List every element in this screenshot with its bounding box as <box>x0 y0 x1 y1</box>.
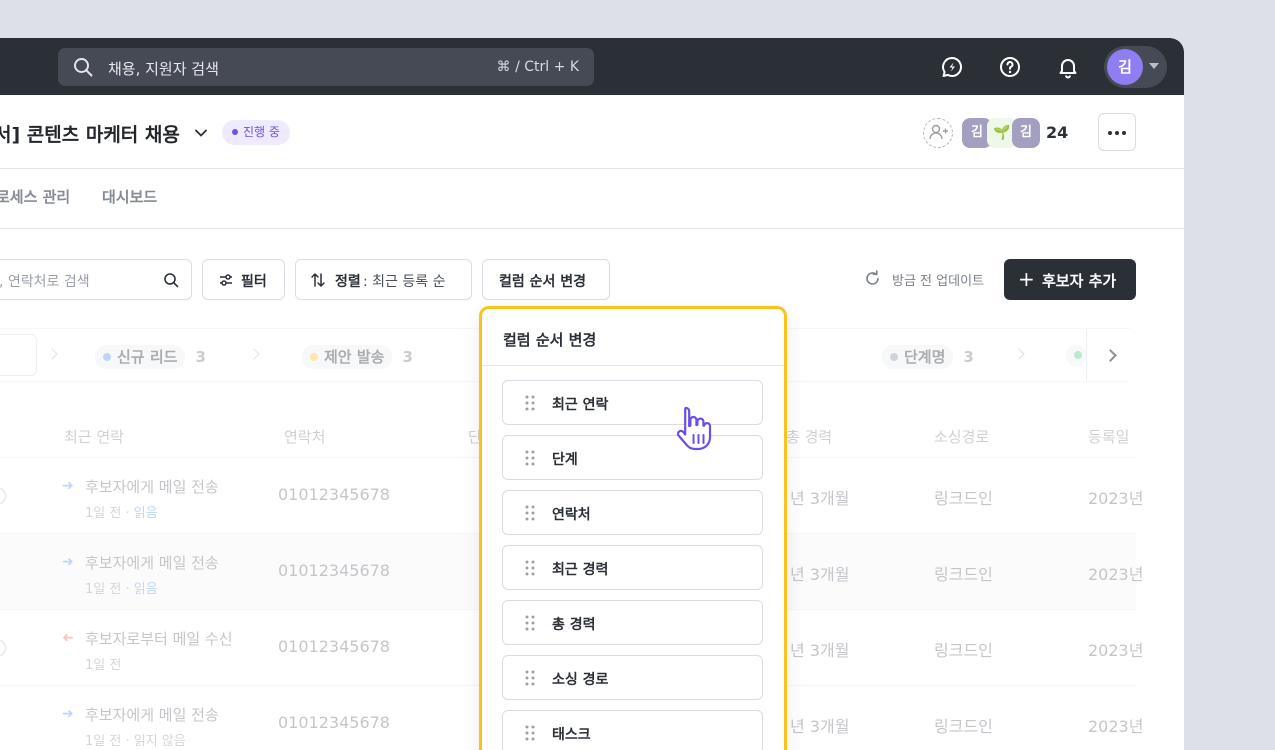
divider <box>482 365 784 366</box>
stage-scroll-right-button[interactable] <box>1086 329 1136 381</box>
column-item-source[interactable]: 소싱 경로 <box>502 655 763 700</box>
filter-button[interactable]: 필터 <box>202 259 285 300</box>
user-menu[interactable]: 김 <box>1104 46 1167 88</box>
more-icon <box>1108 131 1112 135</box>
caret-down-icon <box>1149 63 1159 69</box>
drag-handle-icon[interactable] <box>525 560 535 576</box>
dropdown-title: 컬럼 순서 변경 <box>503 331 597 349</box>
column-item-stage[interactable]: 단계 <box>502 435 763 480</box>
search-icon <box>164 273 179 288</box>
bell-icon[interactable] <box>1056 55 1080 79</box>
global-search-input[interactable]: 채용, 지원자 검색 ⌘ / Ctrl + K <box>58 48 594 86</box>
column-header-recent-contact[interactable]: 최근 연락 <box>64 426 124 447</box>
search-icon <box>74 58 93 77</box>
row-select-radio[interactable] <box>0 487 6 505</box>
sent-arrow-icon: ➜ <box>62 706 74 722</box>
add-user-icon <box>929 124 948 140</box>
drag-handle-icon[interactable] <box>525 670 535 686</box>
member-count: 24 <box>1046 123 1069 142</box>
divider <box>0 228 1184 229</box>
search-placeholder: 채용, 지원자 검색 <box>108 60 219 78</box>
tab-dashboard[interactable]: 대시보드 <box>102 186 157 207</box>
status-badge: 진행 중 <box>222 120 290 145</box>
last-update-text: 방금 전 업데이트 <box>892 274 984 289</box>
drag-handle-icon[interactable] <box>525 615 535 631</box>
sent-arrow-icon: ➜ <box>62 554 74 570</box>
help-icon[interactable] <box>998 55 1022 79</box>
candidate-search-input[interactable]: , 연락처로 검색 <box>0 259 192 300</box>
top-navigation-bar: 채용, 지원자 검색 ⌘ / Ctrl + K 김 <box>0 38 1184 95</box>
column-item-total-career[interactable]: 총 경력 <box>502 600 763 645</box>
drag-handle-icon[interactable] <box>525 505 535 521</box>
stage-new-lead[interactable]: 신규 리드 3 <box>95 345 206 369</box>
sort-icon <box>311 273 325 287</box>
chevron-right-icon <box>1104 349 1117 362</box>
row-select-radio[interactable] <box>0 639 6 657</box>
search-shortcut: ⌘ / Ctrl + K <box>496 59 579 75</box>
sort-button[interactable]: 정렬 : 최근 등록 순 <box>295 259 472 300</box>
plus-icon: + <box>1018 267 1035 291</box>
job-title: 서] 콘텐츠 마케터 채용 <box>0 124 180 146</box>
drag-handle-icon[interactable] <box>525 450 535 466</box>
more-options-button[interactable] <box>1098 113 1136 151</box>
stage-offer-sent[interactable]: 제안 발송 3 <box>302 345 413 369</box>
stage-all-chip[interactable] <box>0 334 37 376</box>
status-dot <box>232 128 238 135</box>
drag-handle-icon[interactable] <box>525 725 535 741</box>
column-header-total-career[interactable]: 총 경력 <box>786 426 832 447</box>
received-arrow-icon: ➜ <box>62 630 74 646</box>
chat-icon[interactable] <box>940 55 964 79</box>
member-avatar[interactable]: 김 <box>1012 118 1040 148</box>
chevron-down-icon[interactable] <box>194 126 208 140</box>
tab-process-management[interactable]: 로세스 관리 <box>0 186 70 207</box>
column-item-phone[interactable]: 연락처 <box>502 490 763 535</box>
column-header-source[interactable]: 소싱경로 <box>934 426 989 447</box>
filter-icon <box>220 274 232 286</box>
avatar: 김 <box>1107 49 1143 85</box>
add-candidate-button[interactable]: + 후보자 추가 <box>1004 259 1136 300</box>
stage-step-name[interactable]: 단계명 3 <box>882 345 974 369</box>
column-item-recent-career[interactable]: 최근 경력 <box>502 545 763 590</box>
add-member-button[interactable] <box>923 118 953 148</box>
column-order-button[interactable]: 컬럼 순서 변경 <box>482 259 610 300</box>
hand-cursor-icon <box>676 406 712 451</box>
app-window: 채용, 지원자 검색 ⌘ / Ctrl + K 김 서] 콘텐츠 마케터 채용 … <box>0 38 1184 750</box>
column-order-dropdown: 컬럼 순서 변경 최근 연락 단계 연락처 최근 경력 총 경력 소싱 경로 태… <box>479 306 787 750</box>
drag-handle-icon[interactable] <box>525 395 535 411</box>
column-item-recent-contact[interactable]: 최근 연락 <box>502 380 763 425</box>
column-header-registered[interactable]: 등록일 <box>1088 426 1129 447</box>
refresh-icon[interactable] <box>864 270 881 287</box>
column-header-phone[interactable]: 연락처 <box>284 426 325 447</box>
sent-arrow-icon: ➜ <box>62 478 74 494</box>
column-item-task[interactable]: 태스크 <box>502 710 763 750</box>
divider <box>0 168 1184 169</box>
stage-next-item[interactable] <box>1066 345 1086 367</box>
